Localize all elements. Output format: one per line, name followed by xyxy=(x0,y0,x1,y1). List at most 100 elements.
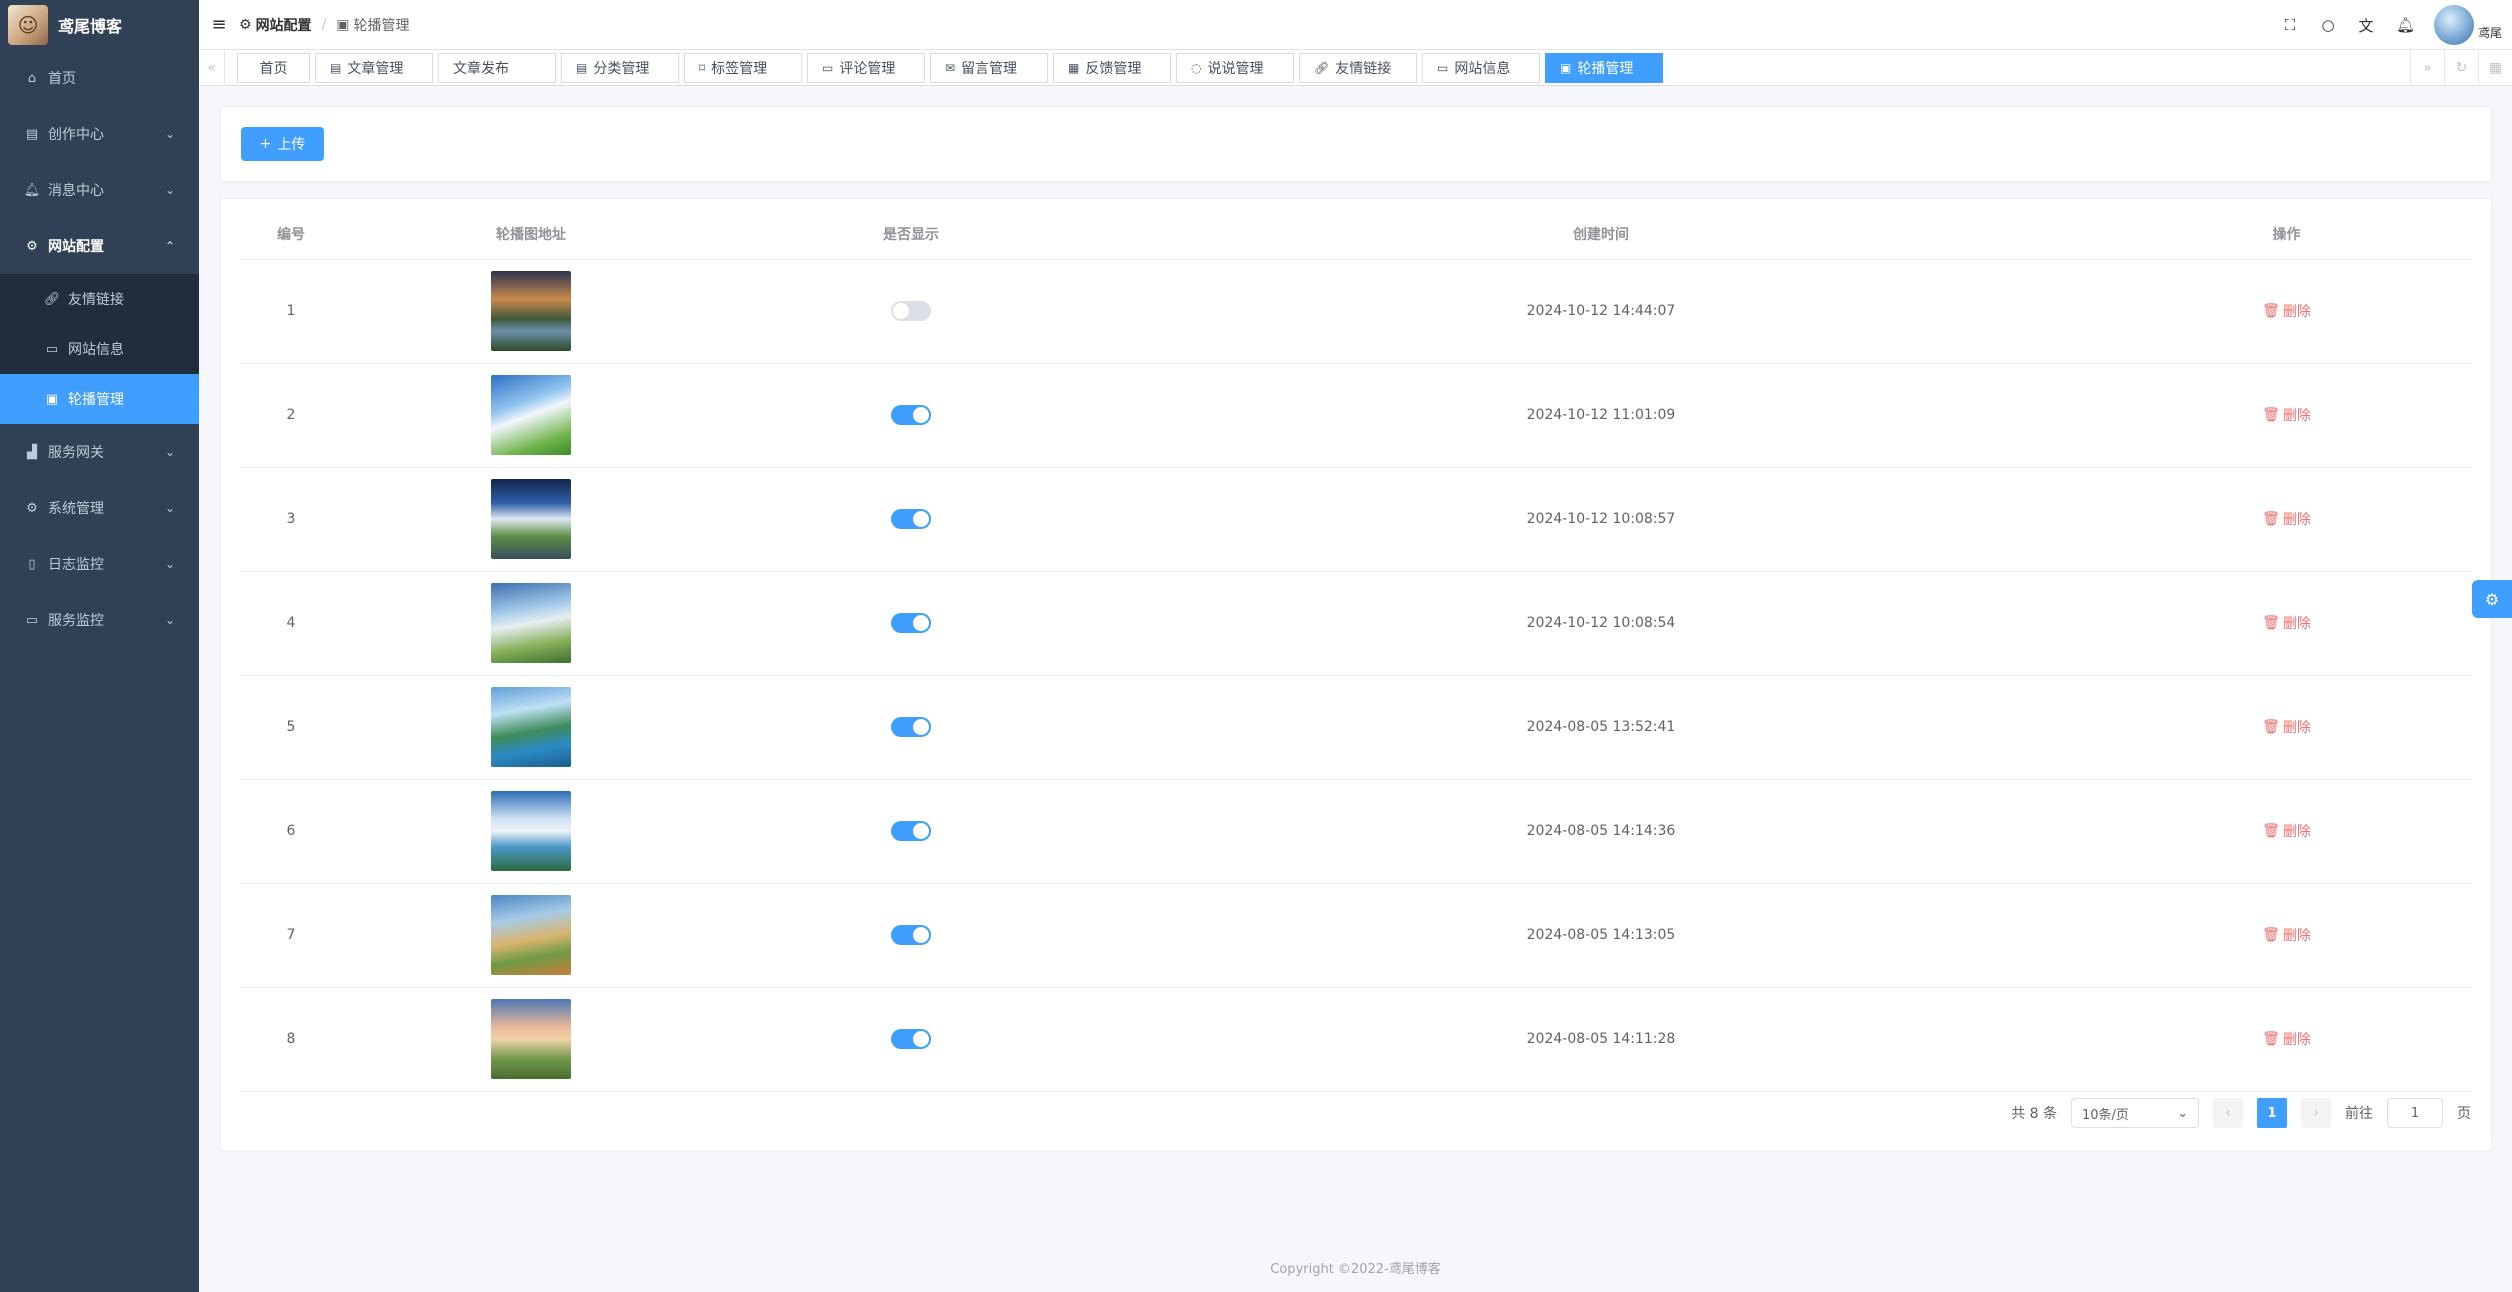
tag-label: 首页 xyxy=(259,61,288,77)
delete-button[interactable]: 🗑︎ 删除 xyxy=(2262,301,2311,321)
carousel-thumbnail[interactable] xyxy=(491,791,571,871)
delete-button[interactable]: 🗑︎ 删除 xyxy=(2262,509,2311,529)
cell-image xyxy=(341,467,721,572)
goto-suffix: 页 xyxy=(2457,1106,2471,1122)
scroll-right-icon[interactable]: » xyxy=(2410,50,2444,86)
delete-button[interactable]: 🗑︎ 删除 xyxy=(2262,613,2311,633)
sidebar-item-creation-center[interactable]: ▤ 创作中心 ⌄ xyxy=(0,106,199,162)
delete-label: 删除 xyxy=(2282,928,2311,944)
visibility-toggle[interactable] xyxy=(891,925,931,945)
delete-label: 删除 xyxy=(2282,1032,2311,1048)
tag-feedback-manage[interactable]: ▦ 反馈管理 xyxy=(1053,53,1171,83)
carousel-thumbnail[interactable] xyxy=(491,375,571,455)
tag-carousel-manage[interactable]: ▣ 轮播管理 xyxy=(1545,53,1663,83)
column-header[interactable]: 操作 xyxy=(2101,209,2472,260)
upload-button[interactable]: + 上传 xyxy=(241,127,324,161)
column-header[interactable]: 是否显示 xyxy=(721,209,1101,260)
tag-article-manage[interactable]: ▤ 文章管理 xyxy=(315,53,433,83)
sidebar-item-system[interactable]: ⚙ 系统管理 ⌄ xyxy=(0,480,199,536)
visibility-toggle[interactable] xyxy=(891,405,931,425)
fullscreen-icon[interactable]: ⛶ xyxy=(2282,16,2298,34)
carousel-thumbnail[interactable] xyxy=(491,583,571,663)
sidebar-item-service-monitor[interactable]: ▭ 服务监控 ⌄ xyxy=(0,592,199,648)
column-header[interactable]: 编号 xyxy=(241,209,341,260)
trash-icon: 🗑︎ xyxy=(2262,823,2280,839)
tag-site-info[interactable]: ▭ 网站信息 xyxy=(1422,53,1540,83)
breadcrumb-item[interactable]: ⚙ 网站配置 xyxy=(239,15,312,35)
goto-page-input[interactable]: 1 xyxy=(2387,1098,2443,1128)
tag-message-manage[interactable]: ✉ 留言管理 xyxy=(930,53,1048,83)
settings-float-button[interactable]: ⚙ xyxy=(2472,580,2512,618)
tag-home[interactable]: 首页 xyxy=(237,53,310,83)
carousel-thumbnail[interactable] xyxy=(491,271,571,351)
column-header[interactable]: 创建时间 xyxy=(1101,209,2101,260)
user-menu[interactable]: 鸢尾 xyxy=(2433,5,2502,45)
visibility-toggle[interactable] xyxy=(891,509,931,529)
sidebar-item-friend-links[interactable]: 🔗︎ 友情链接 xyxy=(0,274,199,324)
gear-icon: ⚙ xyxy=(26,500,38,516)
cell-visibility xyxy=(721,467,1101,572)
grid-menu-icon[interactable]: ▦ xyxy=(2478,50,2512,86)
visibility-toggle[interactable] xyxy=(891,821,931,841)
sidebar-item-carousel[interactable]: ▣ 轮播管理 xyxy=(0,374,199,424)
bell-icon[interactable]: 🔔︎ xyxy=(2396,16,2415,34)
sidebar-logo[interactable]: ☺ 鸢尾博客 xyxy=(0,0,199,50)
column-header[interactable]: 轮播图地址 xyxy=(341,209,721,260)
page-size-select[interactable]: 10条/页 ⌄ xyxy=(2071,1098,2199,1128)
table-row: 5 2024-08-05 13:52:41 🗑︎ 删除 xyxy=(241,675,2472,780)
page-number-current[interactable]: 1 xyxy=(2257,1098,2287,1128)
cell-created-time: 2024-08-05 14:11:28 xyxy=(1101,987,2101,1092)
visibility-toggle[interactable] xyxy=(891,301,931,321)
table-row: 6 2024-08-05 14:14:36 🗑︎ 删除 xyxy=(241,779,2472,884)
visibility-toggle[interactable] xyxy=(891,717,931,737)
delete-button[interactable]: 🗑︎ 删除 xyxy=(2262,717,2311,737)
tag-comment-manage[interactable]: ▭ 评论管理 xyxy=(807,53,925,83)
sidebar-item-gateway[interactable]: ▟ 服务网关 ⌄ xyxy=(0,424,199,480)
document-icon: ▤ xyxy=(330,61,342,75)
sidebar-item-site-config[interactable]: ⚙ 网站配置 ⌃ xyxy=(0,218,199,274)
cell-visibility xyxy=(721,571,1101,676)
plus-icon: + xyxy=(259,136,272,152)
tag-talk-manage[interactable]: ◌ 说说管理 xyxy=(1176,53,1294,83)
delete-label: 删除 xyxy=(2282,408,2311,424)
cell-image xyxy=(341,571,721,676)
carousel-thumbnail[interactable] xyxy=(491,999,571,1079)
avatar-logo-icon: ☺ xyxy=(8,5,48,45)
search-icon[interactable]: ○ xyxy=(2320,16,2336,34)
cell-image xyxy=(341,363,721,468)
chevron-down-icon: ⌄ xyxy=(164,127,175,141)
cell-image xyxy=(341,675,721,780)
delete-button[interactable]: 🗑︎ 删除 xyxy=(2262,821,2311,841)
chevron-right-icon: › xyxy=(2313,1105,2319,1121)
sidebar-item-log-monitor[interactable]: ▯ 日志监控 ⌄ xyxy=(0,536,199,592)
cell-id: 3 xyxy=(241,467,341,572)
sidebar-item-message-center[interactable]: 🔔︎ 消息中心 ⌄ xyxy=(0,162,199,218)
refresh-icon[interactable]: ↻ xyxy=(2444,50,2478,86)
delete-button[interactable]: 🗑︎ 删除 xyxy=(2262,925,2311,945)
cell-image xyxy=(341,779,721,884)
scroll-left-icon[interactable]: « xyxy=(199,50,225,86)
chevron-down-icon: ⌄ xyxy=(164,501,175,515)
home-icon: ⌂ xyxy=(27,70,37,86)
tag-label: 反馈管理 xyxy=(1085,61,1142,77)
delete-button[interactable]: 🗑︎ 删除 xyxy=(2262,405,2311,425)
cell-created-time: 2024-10-12 10:08:57 xyxy=(1101,467,2101,572)
hamburger-menu-icon[interactable]: ≡ xyxy=(199,0,239,50)
clipboard-icon: ▦ xyxy=(1068,61,1080,75)
tag-article-publish[interactable]: 文章发布 xyxy=(438,53,556,83)
sidebar-item-site-info[interactable]: ▭ 网站信息 xyxy=(0,324,199,374)
carousel-thumbnail[interactable] xyxy=(491,895,571,975)
language-icon[interactable]: 文 xyxy=(2358,15,2374,36)
delete-button[interactable]: 🗑︎ 删除 xyxy=(2262,1029,2311,1049)
sidebar-item-home[interactable]: ⌂ 首页 xyxy=(0,50,199,106)
next-page-button[interactable]: › xyxy=(2301,1098,2331,1128)
tag-friend-links[interactable]: 🔗︎ 友情链接 xyxy=(1299,53,1417,83)
visibility-toggle[interactable] xyxy=(891,1029,931,1049)
carousel-thumbnail[interactable] xyxy=(491,687,571,767)
cell-visibility xyxy=(721,987,1101,1092)
carousel-thumbnail[interactable] xyxy=(491,479,571,559)
tag-category-manage[interactable]: ▤ 分类管理 xyxy=(561,53,679,83)
prev-page-button[interactable]: ‹ xyxy=(2213,1098,2243,1128)
visibility-toggle[interactable] xyxy=(891,613,931,633)
tag-tag-manage[interactable]: ⌑ 标签管理 xyxy=(684,53,802,83)
